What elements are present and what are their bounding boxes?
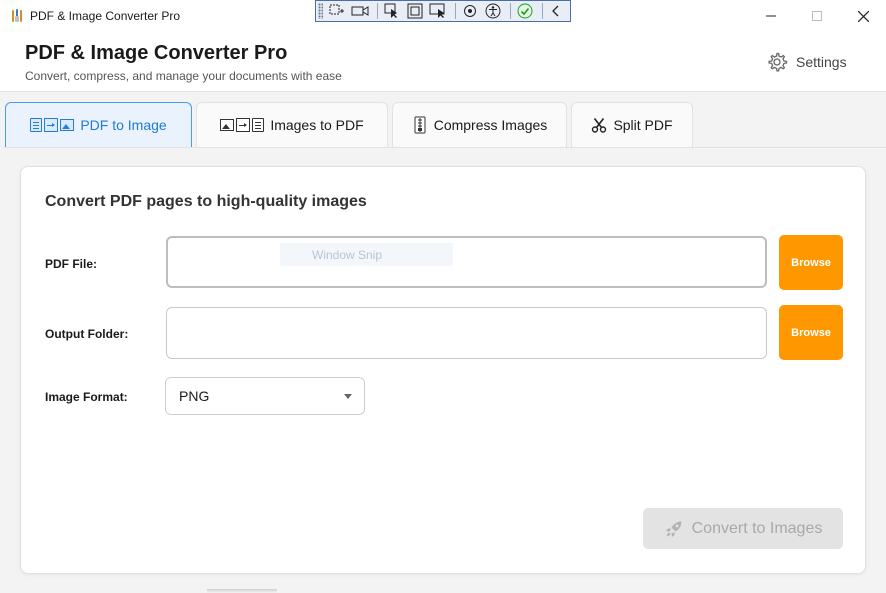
window-snip-ghost-label: Window Snip <box>280 243 453 266</box>
image-format-label: Image Format: <box>45 390 128 404</box>
app-title: PDF & Image Converter Pro <box>25 42 288 64</box>
pdf-to-image-icon <box>30 118 75 132</box>
tab-split-pdf[interactable]: Split PDF <box>571 102 693 147</box>
close-button[interactable] <box>840 0 886 32</box>
images-to-pdf-icon <box>220 118 265 132</box>
freeform-icon[interactable] <box>382 2 401 20</box>
tab-compress-images[interactable]: Compress Images <box>392 102 567 147</box>
tab-label: PDF to Image <box>80 117 167 133</box>
convert-button[interactable]: Convert to Images <box>643 508 843 549</box>
pdf-to-image-panel: Convert PDF pages to high-quality images… <box>20 166 866 574</box>
pdf-file-input[interactable] <box>166 236 767 288</box>
close-icon <box>857 10 869 22</box>
collapse-icon[interactable] <box>547 2 566 20</box>
tab-images-to-pdf[interactable]: Images to PDF <box>196 102 388 147</box>
check-icon[interactable] <box>515 2 534 20</box>
maximize-button[interactable] <box>794 0 840 32</box>
image-format-select[interactable]: PNG <box>165 377 365 415</box>
panel-heading: Convert PDF pages to high-quality images <box>45 193 367 210</box>
pdf-file-label: PDF File: <box>45 257 98 271</box>
browse-output-button[interactable]: Browse <box>779 305 843 360</box>
chevron-down-icon <box>344 394 352 399</box>
window-title: PDF & Image Converter Pro <box>30 9 181 23</box>
toolbar-separator <box>510 3 511 19</box>
blur-icon[interactable] <box>460 2 479 20</box>
browse-pdf-button[interactable]: Browse <box>779 235 843 290</box>
rocket-icon <box>665 521 682 537</box>
clipped-text-fragment <box>207 589 277 593</box>
accessibility-icon[interactable] <box>483 2 502 20</box>
window-snip-icon[interactable] <box>405 2 424 20</box>
tab-label: Split PDF <box>613 117 673 133</box>
drag-handle[interactable] <box>318 3 324 19</box>
video-icon[interactable] <box>350 2 369 20</box>
app-subtitle: Convert, compress, and manage your docum… <box>25 69 342 83</box>
gear-icon <box>768 52 788 72</box>
scissors-icon <box>592 118 607 133</box>
tab-label: Compress Images <box>433 117 548 133</box>
compress-icon <box>414 116 426 134</box>
app-icon <box>10 8 24 24</box>
image-format-value: PNG <box>179 388 210 404</box>
output-folder-label: Output Folder: <box>45 327 129 341</box>
rect-snip-icon[interactable] <box>327 2 346 20</box>
app-header: PDF & Image Converter Pro Convert, compr… <box>0 32 886 92</box>
fullscreen-snip-icon[interactable] <box>428 2 447 20</box>
convert-label: Convert to Images <box>691 519 823 537</box>
toolbar-separator <box>455 3 457 19</box>
toolbar-separator <box>377 3 379 19</box>
output-folder-input[interactable] <box>166 307 767 359</box>
toolbar-separator <box>542 3 543 19</box>
tab-pdf-to-image[interactable]: PDF to Image <box>5 102 192 147</box>
tab-label: Images to PDF <box>270 117 364 133</box>
snip-toolbar <box>315 0 571 22</box>
settings-label: Settings <box>796 54 847 70</box>
settings-button[interactable]: Settings <box>766 50 847 74</box>
minimize-icon <box>766 15 776 17</box>
minimize-button[interactable] <box>748 0 794 32</box>
maximize-icon <box>812 11 822 21</box>
